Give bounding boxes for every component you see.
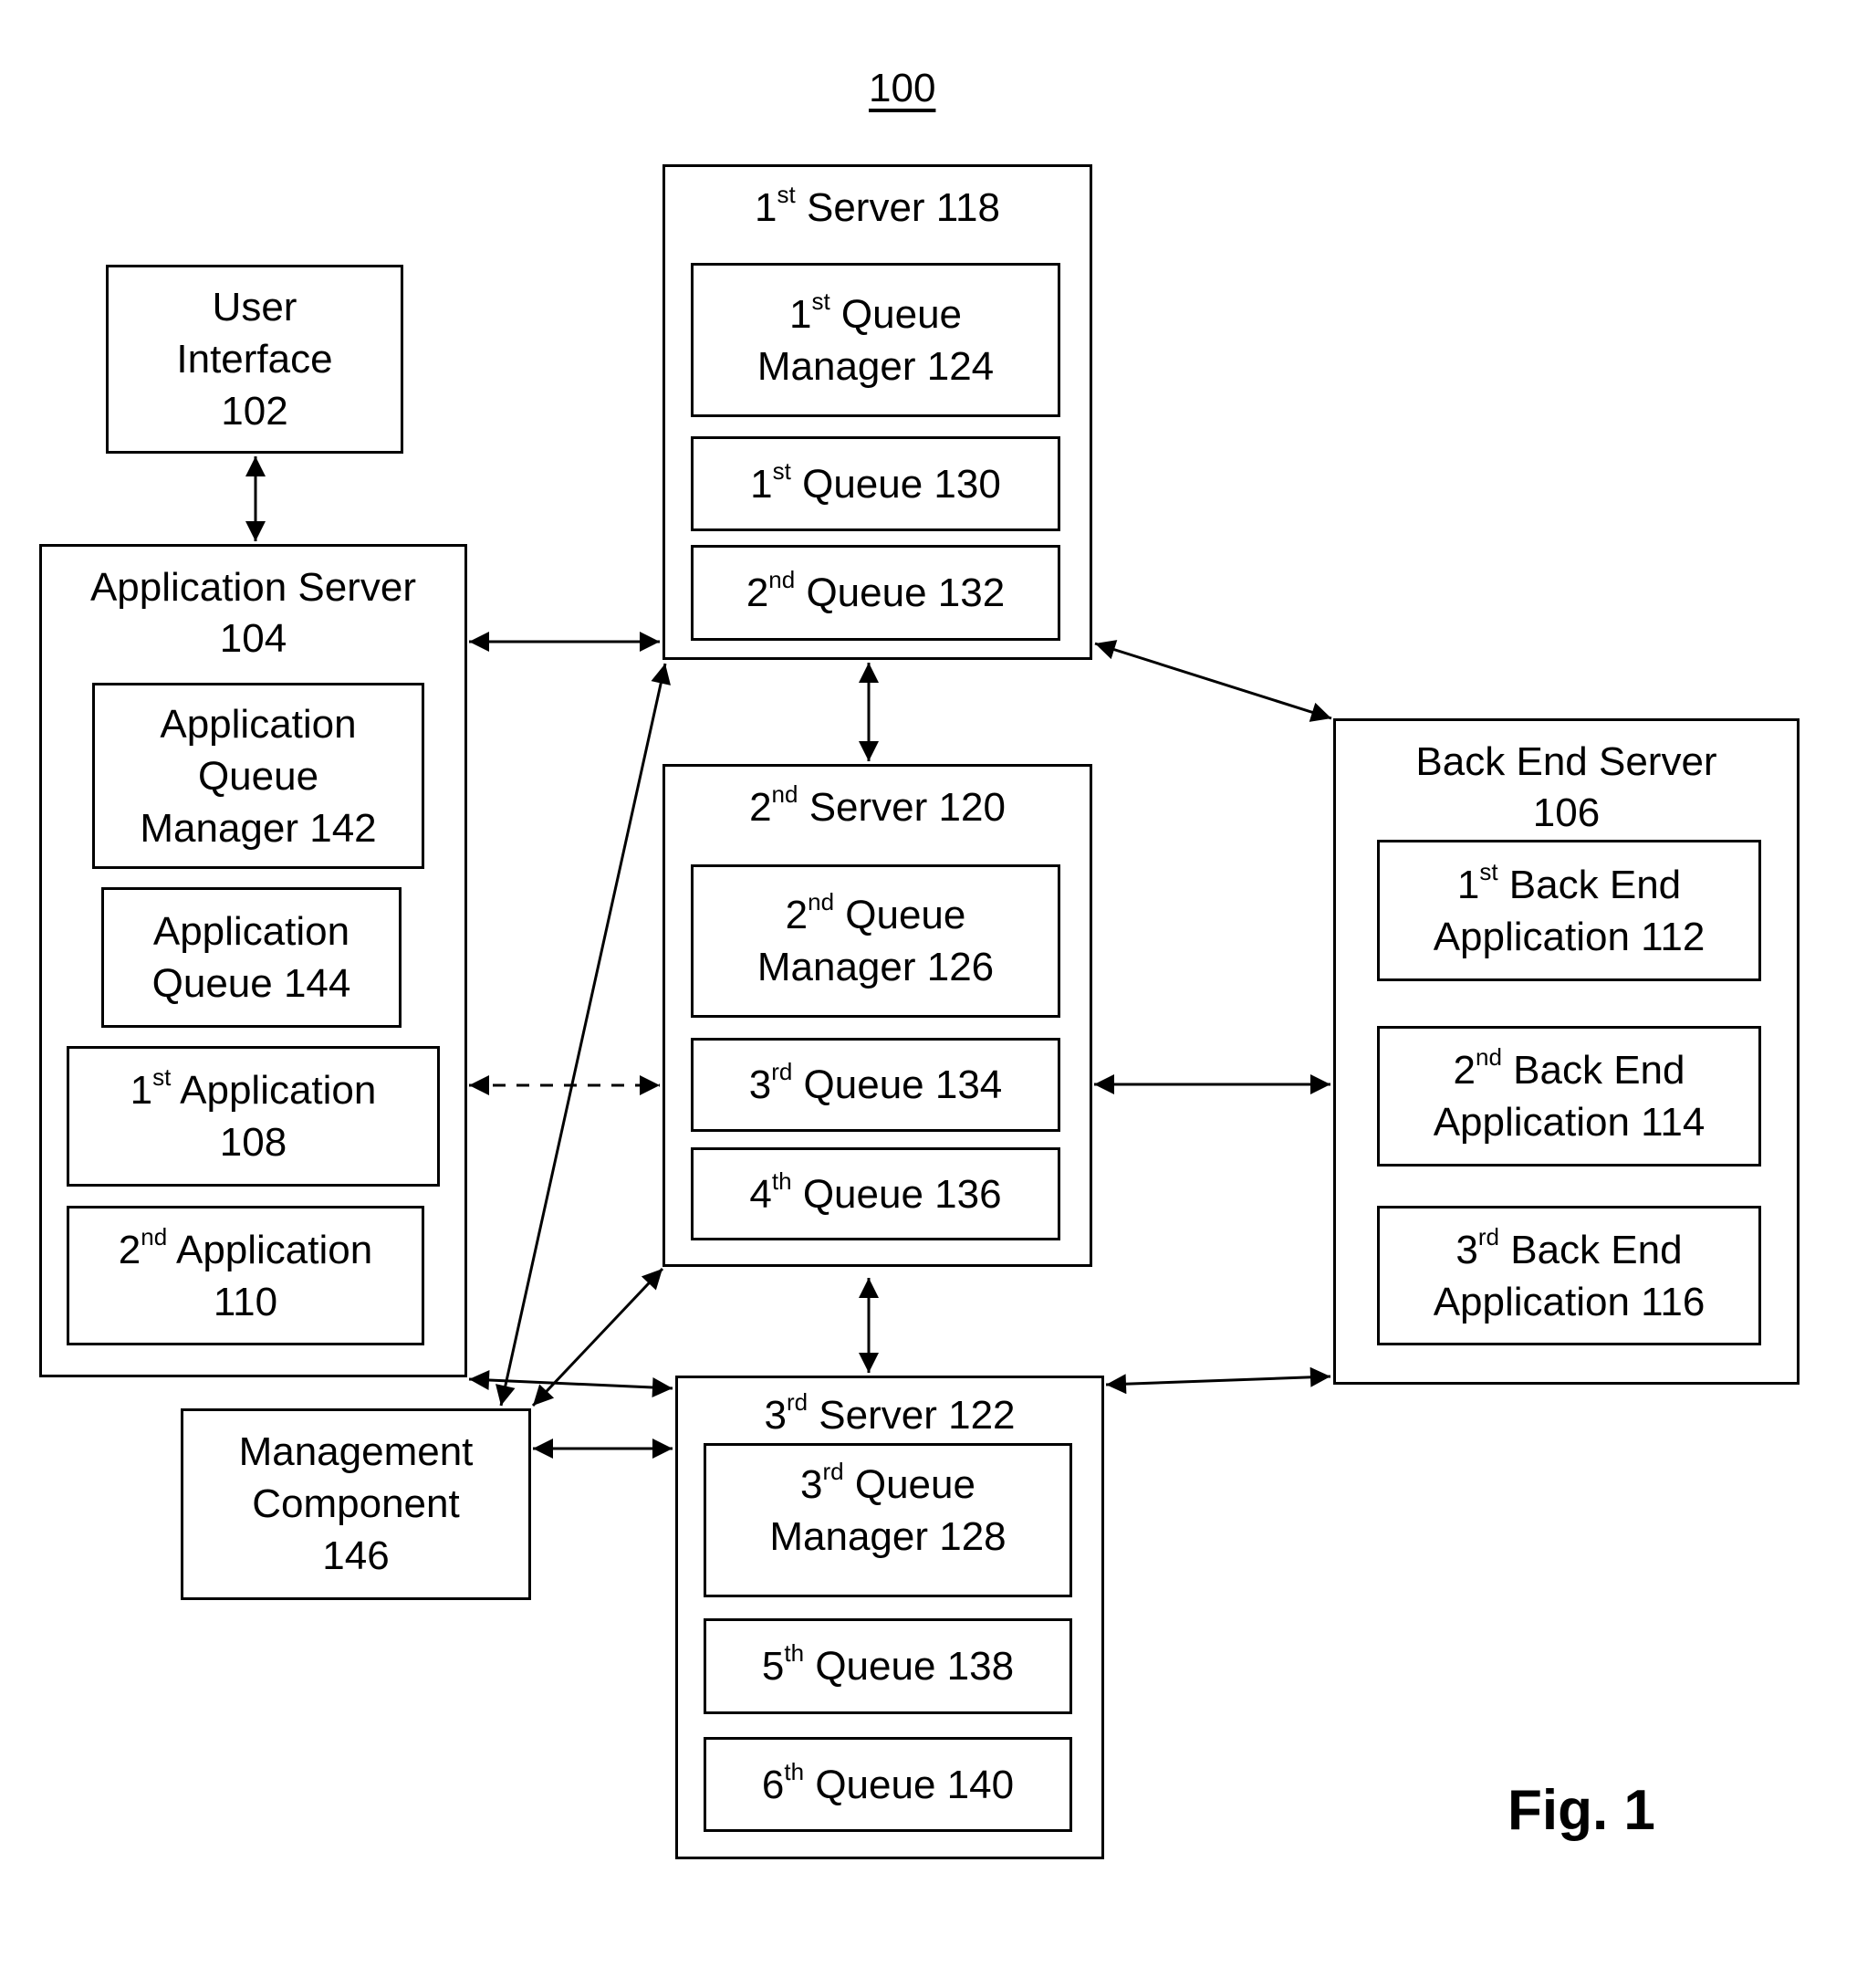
first-server-title: 1st Server 118 [755, 181, 1000, 230]
back-end-server-title: Back End Server [1415, 739, 1717, 784]
fourth-queue-box: 4th Queue 136 [691, 1147, 1060, 1240]
first-application-box: 1st Application 108 [67, 1046, 440, 1187]
first-queue-manager-box: 1st Queue Manager 124 [691, 263, 1060, 417]
second-application-box: 2nd Application 110 [67, 1206, 424, 1345]
arrow-mgmt-server1 [496, 663, 671, 1407]
first-queue-box: 1st Queue 130 [691, 436, 1060, 531]
mgmt-line1: Management [238, 1429, 474, 1474]
third-queue-manager-box: 3rd Queue Manager 128 [704, 1443, 1072, 1597]
first-back-end-app-box: 1st Back End Application 112 [1377, 840, 1761, 981]
user-interface-line3: 102 [221, 389, 288, 434]
app2-number: 110 [213, 1279, 278, 1324]
second-queue-manager-box: 2nd Queue Manager 126 [691, 864, 1060, 1018]
application-queue-box: Application Queue 144 [101, 887, 402, 1028]
qm128-line2: Manager 128 [769, 1514, 1007, 1559]
app2-sup: nd [141, 1222, 168, 1250]
user-interface-box: User Interface 102 [106, 265, 403, 454]
aq-line1: Application [152, 909, 350, 954]
app2-text: Application [167, 1227, 373, 1272]
aqm-line2: Queue [197, 753, 319, 799]
user-interface-line2: Interface [176, 337, 333, 382]
second-server-title: 2nd Server 120 [749, 780, 1006, 830]
figure-caption: Fig. 1 [1508, 1779, 1655, 1842]
mgmt-line2: Component [252, 1481, 460, 1526]
app1-sup: st [152, 1063, 172, 1092]
arrow-server3-backend [1105, 1366, 1331, 1395]
sixth-queue-box: 6th Queue 140 [704, 1737, 1072, 1832]
third-server-title: 3rd Server 122 [764, 1388, 1016, 1438]
aq-line2: Queue 144 [151, 961, 351, 1006]
figure-reference-number: 100 [869, 66, 936, 110]
aqm-line3: Manager 142 [140, 805, 377, 851]
application-server-title: Application Server [89, 565, 417, 610]
app1-ord: 1 [130, 1068, 153, 1113]
qm124-line2: Manager 124 [756, 343, 995, 389]
back-end-server-number: 106 [1532, 790, 1601, 835]
fifth-queue-box: 5th Queue 138 [704, 1618, 1072, 1714]
app1-text: Application [171, 1068, 377, 1113]
aqm-line1: Application [160, 701, 357, 747]
application-queue-manager-box: Application Queue Manager 142 [92, 683, 424, 869]
third-back-end-app-box: 3rd Back End Application 116 [1377, 1206, 1761, 1345]
second-back-end-app-box: 2nd Back End Application 114 [1377, 1026, 1761, 1167]
second-queue-box: 2nd Queue 132 [691, 545, 1060, 641]
mgmt-line3: 146 [322, 1533, 390, 1578]
third-queue-box: 3rd Queue 134 [691, 1038, 1060, 1132]
arrow-appserver-server3 [468, 1369, 673, 1398]
management-component-box: Management Component 146 [181, 1408, 531, 1600]
arrow-server1-backend [1094, 640, 1332, 722]
user-interface-line1: User [212, 285, 297, 330]
qm126-line2: Manager 126 [756, 945, 995, 989]
app2-ord: 2 [118, 1227, 141, 1272]
app1-number: 108 [219, 1120, 287, 1165]
application-server-number: 104 [219, 616, 287, 661]
